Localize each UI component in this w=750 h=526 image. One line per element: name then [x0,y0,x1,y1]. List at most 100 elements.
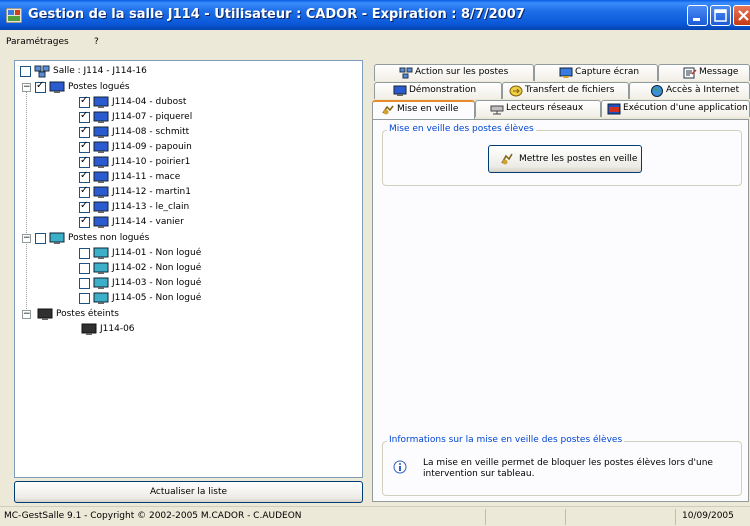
item-label: J114-01 - Non logué [112,248,202,258]
expander-postes-non-logues[interactable]: − [22,234,31,243]
root-checkbox[interactable] [20,66,31,77]
tab-label: Démonstration [409,85,477,95]
computer-icon [93,171,109,183]
tab-message[interactable]: Message [658,64,750,81]
info-line-2: intervention sur tableau. [423,469,535,479]
item-checkbox[interactable] [79,278,90,289]
minimize-button[interactable] [687,5,708,26]
group-label-eteints: Postes éteints [56,309,119,319]
info-icon [393,460,407,474]
item-label: J114-11 - mace [112,172,181,182]
tab-mise-en-veille[interactable]: Mise en veille [372,100,475,119]
tab-lecteurs-reseaux[interactable]: Lecteurs réseaux [475,100,601,117]
menu-help[interactable]: ? [94,37,99,47]
tab-label: Mise en veille [397,104,459,114]
tree-connector [26,83,27,313]
update-list-button[interactable]: Actualiser la liste [14,481,363,503]
item-label: J114-05 - Non logué [112,293,202,303]
computer-icon [93,201,109,213]
sleep-button-label: Mettre les postes en veille [519,154,638,164]
idle-computer-icon [93,262,109,274]
item-label: J114-03 - Non logué [112,278,202,288]
close-button[interactable] [733,5,750,26]
idle-computer-icon [93,247,109,259]
item-label: J114-10 - poirier1 [112,157,191,167]
sleep-icon [501,153,513,165]
computer-icon [93,111,109,123]
idle-computer-icon [93,277,109,289]
computer-icon [93,96,109,108]
expander-postes-eteints[interactable]: − [22,310,31,319]
item-checkbox[interactable]: ✓ [79,110,90,123]
item-label: J114-06 [100,324,135,334]
root-label: Salle : J114 - J114-16 [53,66,147,76]
item-label: J114-02 - Non logué [112,263,202,273]
item-checkbox[interactable] [79,293,90,304]
app-window: Gestion de la salle J114 - Utilisateur :… [0,0,750,526]
item-checkbox[interactable]: ✓ [79,170,90,183]
app-icon [6,8,22,23]
item-checkbox[interactable] [79,248,90,259]
item-checkbox[interactable]: ✓ [79,215,90,228]
group-checkbox-logues[interactable]: ✓ [35,80,46,93]
item-label: J114-07 - piquerel [112,112,193,122]
status-panel [565,509,675,525]
globe-icon [651,85,663,97]
off-computer-icon [81,323,97,335]
computer-icon [49,81,65,93]
tab-label: Transfert de fichiers [525,85,615,95]
maximize-icon [714,9,727,22]
screen-capture-icon [559,67,573,78]
tab-label: Lecteurs réseaux [506,103,584,113]
computer-icon [93,186,109,198]
tab-acces-a-internet[interactable]: Accès à Internet [629,82,750,99]
group-checkbox-non-logues[interactable] [35,233,46,244]
computer-icon [93,216,109,228]
item-checkbox[interactable]: ✓ [79,185,90,198]
group-label-logues: Postes logués [68,82,130,92]
group-title-sleep: Mise en veille des postes élèves [387,124,536,134]
item-checkbox[interactable]: ✓ [79,200,90,213]
workstation-tree[interactable]: Salle : J114 - J114-16 − ✓ Postes logués… [14,60,363,478]
item-label: J114-09 - papouin [112,142,192,152]
tab-capture-ecran[interactable]: Capture écran [534,64,658,81]
tab-demonstration[interactable]: Démonstration [374,82,502,99]
menu-parametrages[interactable]: Paramétrages [6,37,69,47]
sleep-workstations-button[interactable]: Mettre les postes en veille [488,145,642,173]
item-label: J114-13 - le_clain [112,202,190,212]
tab-label: Action sur les postes [415,67,509,77]
expander-postes-logues[interactable]: − [22,83,31,92]
minimize-icon [693,18,700,21]
network-icon [34,65,50,78]
message-icon [683,67,697,79]
status-copyright: MC-GestSalle 9.1 - Copyright © 2002-2005… [4,511,302,521]
tab-panel-mise-en-veille: Mise en veille des postes élèves Mettre … [372,119,749,502]
file-transfer-icon [509,85,523,97]
tab-action-sur-les-postes[interactable]: Action sur les postes [374,64,534,81]
tab-label: Exécution d'une application [623,103,748,113]
tab-label: Message [699,67,739,77]
status-bar: MC-GestSalle 9.1 - Copyright © 2002-2005… [0,506,750,526]
group-label-non-logues: Postes non logués [68,233,150,243]
computer-icon [93,156,109,168]
computer-icon [93,126,109,138]
item-checkbox[interactable]: ✓ [79,140,90,153]
item-checkbox[interactable]: ✓ [79,95,90,108]
item-label: J114-14 - vanier [112,217,184,227]
network-icon [399,67,413,79]
computer-icon [393,85,407,96]
status-panel [485,509,565,525]
item-checkbox[interactable] [79,263,90,274]
item-checkbox[interactable]: ✓ [79,125,90,138]
tab-transfert-de-fichiers[interactable]: Transfert de fichiers [502,82,629,99]
title-bar[interactable]: Gestion de la salle J114 - Utilisateur :… [0,0,750,30]
item-checkbox[interactable]: ✓ [79,155,90,168]
info-groupbox: Informations sur la mise en veille des p… [382,435,742,496]
item-label: J114-04 - dubost [112,97,187,107]
sleep-groupbox: Mise en veille des postes élèves Mettre … [382,124,742,186]
close-icon [738,10,749,21]
off-computer-icon [37,308,53,320]
item-label: J114-08 - schmitt [112,127,190,137]
tab-execution-application[interactable]: Exécution d'une application [601,100,750,117]
maximize-button[interactable] [710,5,731,26]
